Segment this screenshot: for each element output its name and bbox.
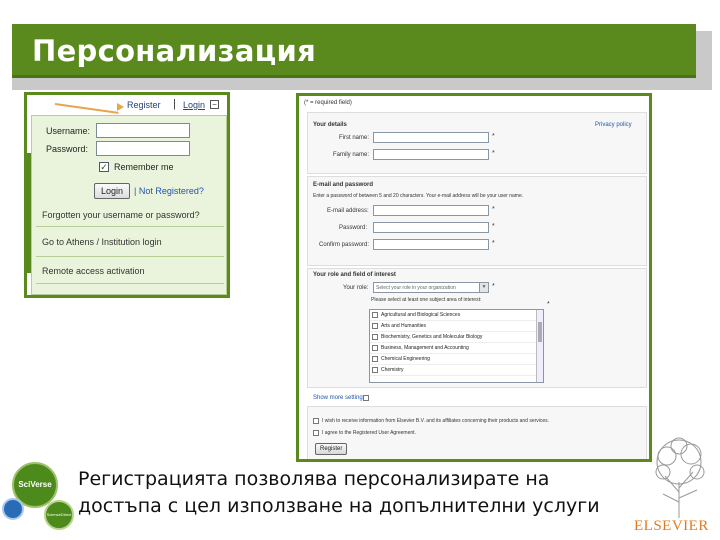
confirm-password-input[interactable] [373, 239, 489, 250]
login-button[interactable]: Login [94, 183, 131, 199]
email-section-heading: E-mail and password [313, 182, 374, 188]
first-name-label: First name: [339, 135, 370, 141]
slide-title: Персонализация [32, 34, 317, 68]
remember-me-label: Remember me [114, 162, 174, 172]
divider [36, 283, 224, 284]
sciverse-logo-text: SciVerse [18, 480, 52, 489]
subject-label: Business, Management and Accounting [381, 345, 469, 351]
required-star: * [492, 206, 495, 213]
required-star: * [492, 223, 495, 230]
scrollbar-thumb[interactable] [538, 322, 542, 342]
chevron-down-icon: ▼ [479, 283, 488, 292]
subject-checkbox[interactable] [372, 345, 378, 351]
subject-area-list[interactable]: Agricultural and Biological Sciences Art… [369, 309, 544, 383]
elsevier-tree-icon [655, 437, 705, 518]
password-label: Password: [339, 225, 368, 231]
caption-line-2: достъпа с цел използване на допълнителни… [78, 495, 600, 517]
divider [36, 226, 224, 227]
required-star: * [492, 150, 495, 157]
list-item[interactable]: Arts and Humanities [370, 321, 543, 332]
subject-checkbox[interactable] [372, 323, 378, 329]
username-input[interactable] [96, 123, 190, 138]
blue-circle-logo [2, 498, 24, 520]
subject-prompt: Please select at least one subject area … [371, 297, 482, 303]
required-note: (* = required field) [304, 100, 352, 106]
role-select[interactable]: Select your role in your organization ▼ [373, 282, 489, 293]
username-label: Username: [46, 126, 91, 136]
register-link[interactable]: Register [127, 100, 161, 110]
sciencedirect-logo-text: ScienceDirect [46, 512, 72, 517]
expand-icon[interactable] [363, 395, 369, 401]
role-select-value: Select your role in your organization [376, 285, 456, 291]
first-name-input[interactable] [373, 132, 489, 143]
not-registered-link[interactable]: | Not Registered? [134, 186, 204, 196]
agree-label: I agree to the Registered User Agreement… [322, 430, 416, 436]
email-input[interactable] [373, 205, 489, 216]
email-label: E-mail address: [327, 208, 369, 214]
list-scrollbar[interactable] [536, 310, 543, 382]
password-input[interactable] [373, 222, 489, 233]
confirm-password-label: Confirm password: [319, 242, 370, 248]
receive-info-label: I wish to receive information from Elsev… [322, 418, 550, 424]
subject-label: Chemistry [381, 367, 404, 373]
sciencedirect-logo: ScienceDirect [44, 500, 74, 530]
athens-login-link[interactable]: Go to Athens / Institution login [42, 237, 162, 247]
list-item[interactable]: Chemistry [370, 365, 543, 376]
remote-access-link[interactable]: Remote access activation [42, 266, 145, 276]
email-section-hint: Enter a password of between 5 and 20 cha… [313, 193, 524, 199]
required-star: * [492, 283, 495, 290]
login-link[interactable]: Login [183, 100, 205, 110]
arrow-head-icon [117, 103, 124, 111]
password-label: Password: [46, 144, 89, 154]
subject-label: Biochemistry, Genetics and Molecular Bio… [381, 334, 483, 340]
password-input[interactable] [96, 141, 190, 156]
registration-screenshot: (* = required field) Your details Privac… [296, 93, 652, 462]
subject-label: Agricultural and Biological Sciences [381, 312, 461, 318]
subject-label: Arts and Humanities [381, 323, 427, 329]
divider [36, 256, 224, 257]
subject-checkbox[interactable] [372, 334, 378, 340]
email-password-section [307, 176, 647, 266]
collapse-icon[interactable]: − [210, 100, 219, 109]
remember-me-checkbox[interactable]: ✓ [99, 162, 109, 172]
caption-line-1: Регистрацията позволява персонализирате … [78, 468, 550, 490]
subject-checkbox[interactable] [372, 367, 378, 373]
list-item[interactable]: Business, Management and Accounting [370, 343, 543, 354]
receive-info-checkbox[interactable] [313, 418, 319, 424]
privacy-policy-link[interactable]: Privacy policy [595, 122, 632, 128]
agree-checkbox[interactable] [313, 430, 319, 436]
caption: Регистрацията позволява персонализирате … [78, 466, 658, 520]
login-panel: Username: Password: ✓ Remember me Login … [31, 115, 227, 295]
register-button[interactable]: Register [315, 443, 348, 455]
separator: | [173, 98, 176, 110]
required-star: * [547, 301, 550, 308]
show-more-settings-link[interactable]: Show more settings [313, 395, 366, 401]
family-name-input[interactable] [373, 149, 489, 160]
subject-label: Chemical Engineering [381, 356, 430, 362]
your-details-heading: Your details [313, 122, 347, 128]
required-star: * [492, 240, 495, 247]
login-screenshot: Register | Login − Username: Password: ✓… [24, 92, 230, 298]
subject-checkbox[interactable] [372, 312, 378, 318]
role-section-heading: Your role and field of interest [313, 272, 396, 278]
elsevier-logo: ELSEVIER [634, 518, 709, 534]
arrow-annotation [54, 103, 119, 114]
list-item[interactable]: Chemical Engineering [370, 354, 543, 365]
required-star: * [492, 133, 495, 140]
forgotten-password-link[interactable]: Forgotten your username or password? [42, 210, 200, 220]
family-name-label: Family name: [333, 152, 370, 158]
subject-checkbox[interactable] [372, 356, 378, 362]
login-topbar: Register | Login − [27, 95, 227, 115]
your-role-label: Your role: [343, 285, 369, 291]
list-item[interactable]: Biochemistry, Genetics and Molecular Bio… [370, 332, 543, 343]
list-item[interactable]: Agricultural and Biological Sciences [370, 310, 543, 321]
